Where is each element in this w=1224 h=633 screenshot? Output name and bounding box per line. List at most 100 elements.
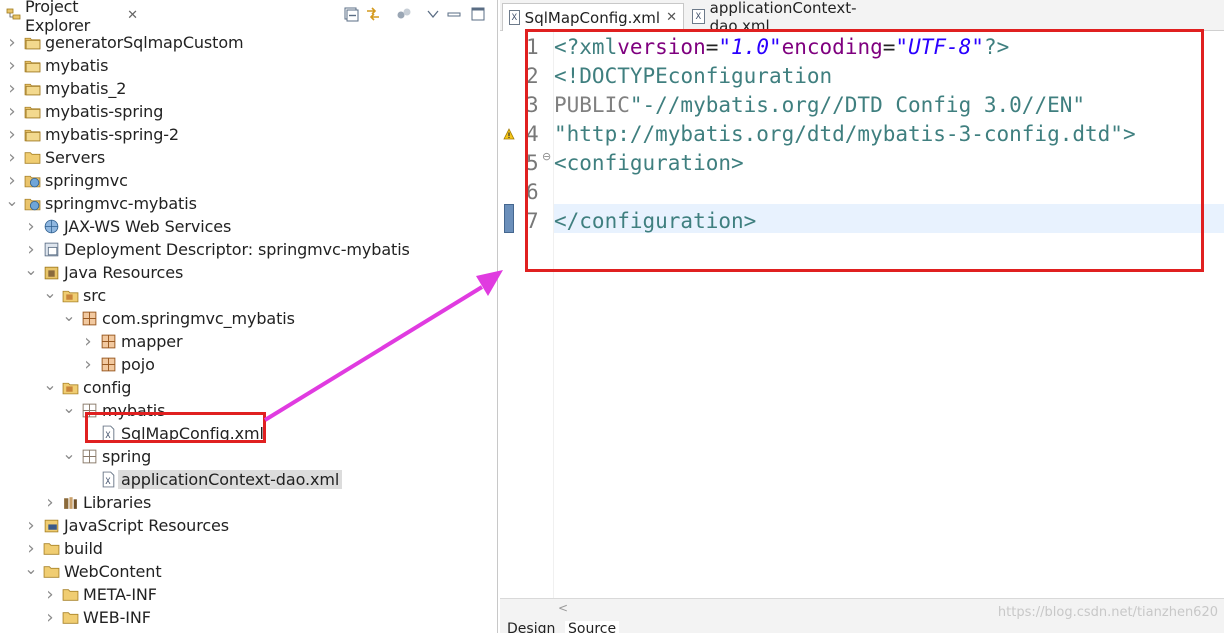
chevron-right-icon[interactable]: › [81,330,95,353]
tree-item[interactable]: ⌄ WebContent [24,557,162,583]
chevron-right-icon[interactable]: › [43,491,57,514]
tree-item-label: config [83,378,132,397]
explorer-title: Project Explorer [25,0,91,35]
tree-item-label: springmvc-mybatis [45,194,197,213]
editor-tab-bar: X SqlMapConfig.xml ✕ X applicationContex… [500,0,1224,35]
tab-design[interactable]: Design [507,621,555,633]
maximize-icon[interactable] [470,6,486,22]
chevron-down-icon[interactable]: ⌄ [62,442,76,465]
web-services-icon [42,218,60,236]
tree-item[interactable]: › mapper [81,330,183,353]
tree-item[interactable]: › mybatis-spring [5,100,163,123]
tree-item[interactable]: › generatorSqlmapCustom [5,31,244,54]
source-folder-icon [61,379,79,397]
xml-file-icon: X [99,471,117,489]
code-highlight-box [525,29,1204,272]
tab-sqlmapconfig[interactable]: X SqlMapConfig.xml ✕ [502,3,684,31]
chevron-down-icon[interactable]: ⌄ [24,557,38,580]
current-line-marker [504,204,514,233]
package-empty-icon [80,448,98,466]
chevron-right-icon[interactable]: › [5,54,19,77]
chevron-right-icon[interactable]: › [24,514,38,537]
tree-item[interactable]: › springmvc [5,169,127,192]
watermark: https://blog.csdn.net/tianzhen620 [997,605,1218,620]
chevron-right-icon[interactable]: › [5,31,19,54]
chevron-down-icon[interactable]: ⌄ [24,258,38,281]
warning-icon [503,125,515,144]
editor-bottom-bar: < Design Source https://blog.csdn.net/ti… [500,598,1224,633]
minimize-icon[interactable] [446,6,462,22]
tree-item[interactable]: › JavaScript Resources [24,514,229,537]
tab-label: SqlMapConfig.xml [524,8,661,27]
tree-item[interactable]: › mybatis-spring-2 [5,123,179,146]
tree-item[interactable]: › META-INF [43,583,157,606]
tree-item-label: Java Resources [64,263,184,282]
chevron-right-icon[interactable]: › [43,583,57,606]
tree-item[interactable]: › mybatis_2 [5,77,126,100]
libraries-icon [61,494,79,512]
chevron-right-icon[interactable]: › [81,353,95,376]
tree-item[interactable]: ⌄ spring [62,442,152,468]
chevron-down-icon[interactable]: ⌄ [62,396,76,419]
web-project-icon [23,172,41,190]
tree-item-label: mapper [121,332,183,351]
tree-item[interactable]: ⌄ com.springmvc_mybatis [62,304,295,330]
package-icon [80,310,98,328]
tab-source[interactable]: Source [565,621,620,633]
link-editor-icon[interactable] [365,6,381,22]
tree-item-label: META-INF [83,585,157,604]
chevron-right-icon[interactable]: › [24,215,38,238]
source-folder-icon [61,287,79,305]
chevron-down-icon[interactable]: ⌄ [62,304,76,327]
tree-item-label: mybatis [45,56,109,75]
tree-item[interactable]: › Servers [5,146,105,169]
project-icon [23,80,41,98]
tree-item[interactable]: › JAX-WS Web Services [24,215,231,238]
project-icon [23,126,41,144]
close-icon[interactable]: ✕ [127,8,138,23]
project-explorer: Project Explorer ✕ › generatorSqlmapCusto… [0,0,498,633]
close-icon[interactable]: ✕ [666,10,677,25]
tree-item[interactable]: › mybatis [5,54,108,77]
tree-item[interactable]: ⌄ springmvc-mybatis [5,189,197,215]
chevron-down-icon[interactable]: ⌄ [43,373,57,396]
descriptor-icon [42,241,60,259]
explorer-tab[interactable]: Project Explorer ✕ [2,0,138,35]
tree-item-label: WEB-INF [83,608,151,627]
explorer-header: Project Explorer ✕ [0,0,498,35]
tree-item-label: spring [102,447,152,466]
tree-item[interactable]: XapplicationContext-dao.xml [81,468,343,491]
tree-item[interactable]: › WEB-INF [43,606,151,629]
chevron-right-icon[interactable]: › [5,100,19,123]
collapse-all-icon[interactable] [343,6,359,22]
focus-icon[interactable] [396,6,412,22]
tree-item-label: JAX-WS Web Services [64,217,232,236]
overview-ruler [500,32,516,598]
tree-item[interactable]: › Deployment Descriptor: springmvc-mybati… [24,238,409,261]
tab-applicationcontext-dao[interactable]: X applicationContext-dao.xml [686,0,916,35]
tree-item-label: src [83,286,107,305]
chevron-right-icon[interactable]: › [43,606,57,629]
project-icon [23,34,41,52]
tree-item[interactable]: › pojo [81,353,155,376]
package-icon [99,333,117,351]
folder-icon [61,586,79,604]
tree-item[interactable]: › Libraries [43,491,151,514]
web-project-icon [23,195,41,213]
tree-item-label: com.springmvc_mybatis [102,309,295,328]
chevron-right-icon[interactable]: › [5,123,19,146]
tree-item-label: pojo [121,355,155,374]
highlight-box [85,412,266,443]
tree-item[interactable]: ⌄ config [43,373,132,399]
tree-item-label: build [64,539,103,558]
chevron-right-icon[interactable]: › [5,146,19,169]
project-icon [23,57,41,75]
view-menu-icon[interactable] [425,6,441,22]
tree-item-label: WebContent [64,562,162,581]
scroll-left-icon[interactable]: < [558,601,568,615]
chevron-down-icon[interactable]: ⌄ [43,281,57,304]
tree-item-label: generatorSqlmapCustom [45,33,244,52]
chevron-down-icon[interactable]: ⌄ [5,189,19,212]
tree-item-label: mybatis-spring-2 [45,125,180,144]
chevron-right-icon[interactable]: › [5,77,19,100]
